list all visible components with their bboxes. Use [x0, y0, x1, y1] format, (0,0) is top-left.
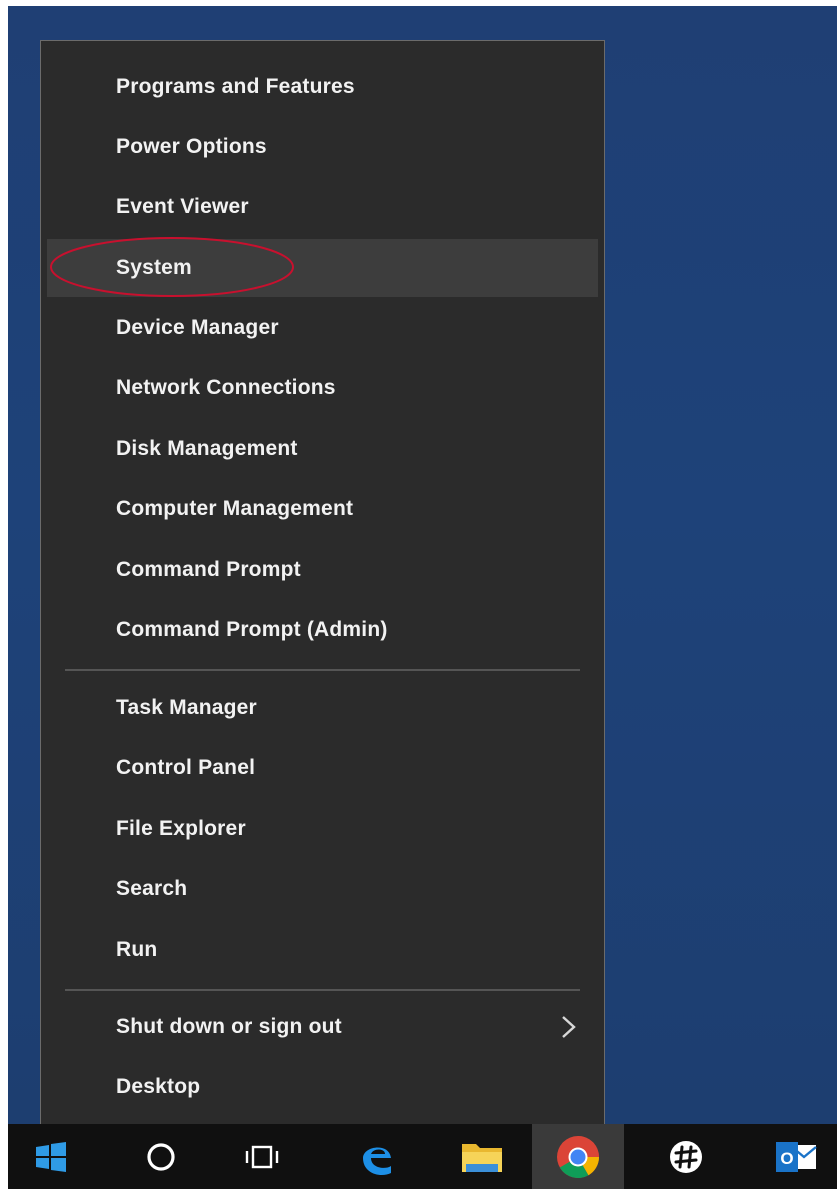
menu-item-command-prompt-admin[interactable]: Command Prompt (Admin): [47, 601, 598, 659]
chevron-right-icon: [562, 1016, 576, 1038]
menu-item-label: Device Manager: [116, 316, 279, 339]
menu-item-computer-management[interactable]: Computer Management: [47, 480, 598, 538]
menu-item-label: Desktop: [116, 1075, 201, 1098]
menu-item-event-viewer[interactable]: Event Viewer: [47, 178, 598, 236]
outlook-taskbar-button[interactable]: O: [760, 1124, 832, 1189]
menu-item-command-prompt[interactable]: Command Prompt: [47, 541, 598, 599]
file-explorer-taskbar-button[interactable]: [446, 1124, 518, 1189]
outlook-icon: O: [776, 1141, 817, 1172]
cortana-search-icon: [147, 1142, 175, 1171]
menu-separator: [65, 989, 580, 991]
menu-item-label: Command Prompt (Admin): [116, 618, 388, 641]
file-explorer-icon: [462, 1143, 502, 1172]
menu-item-device-manager[interactable]: Device Manager: [47, 299, 598, 357]
edge-browser-icon: [363, 1146, 391, 1175]
taskbar: O: [8, 1124, 837, 1189]
menu-item-network-connections[interactable]: Network Connections: [47, 359, 598, 417]
start-button[interactable]: [8, 1124, 94, 1189]
menu-item-label: Event Viewer: [116, 195, 249, 218]
menu-item-disk-management[interactable]: Disk Management: [47, 420, 598, 478]
slack-taskbar-button[interactable]: [648, 1124, 724, 1189]
menu-item-desktop[interactable]: Desktop: [47, 1058, 598, 1116]
menu-item-label: Run: [116, 938, 158, 961]
menu-item-shut-down-or-sign-out[interactable]: Shut down or sign out: [47, 998, 598, 1056]
menu-item-label: Network Connections: [116, 376, 336, 399]
outlook-letter: O: [780, 1149, 793, 1168]
cortana-search-button[interactable]: [126, 1124, 196, 1189]
menu-item-label: File Explorer: [116, 817, 246, 840]
menu-item-label: Computer Management: [116, 497, 354, 520]
menu-item-label: Search: [116, 877, 188, 900]
menu-item-label: Command Prompt: [116, 558, 301, 581]
menu-item-label: Disk Management: [116, 437, 298, 460]
task-view-icon: [245, 1145, 279, 1168]
task-view-button[interactable]: [226, 1124, 298, 1189]
menu-item-label: Power Options: [116, 135, 267, 158]
menu-item-task-manager[interactable]: Task Manager: [47, 679, 598, 737]
menu-item-label: System: [116, 256, 192, 279]
windows-start-icon: [36, 1141, 66, 1172]
menu-item-control-panel[interactable]: Control Panel: [47, 739, 598, 797]
slack-icon: [670, 1140, 702, 1173]
menu-item-run[interactable]: Run: [47, 921, 598, 979]
menu-item-power-options[interactable]: Power Options: [47, 118, 598, 176]
menu-item-programs-and-features[interactable]: Programs and Features: [47, 58, 598, 116]
edge-taskbar-button[interactable]: [340, 1124, 412, 1189]
chrome-browser-icon: [557, 1135, 599, 1178]
menu-item-label: Shut down or sign out: [116, 1015, 342, 1038]
menu-separator: [65, 669, 580, 671]
winx-power-user-menu: Programs and Features Power Options Even…: [40, 40, 605, 1133]
chrome-taskbar-button[interactable]: [532, 1124, 624, 1189]
menu-item-label: Control Panel: [116, 756, 256, 779]
menu-item-file-explorer[interactable]: File Explorer: [47, 800, 598, 858]
menu-item-search[interactable]: Search: [47, 860, 598, 918]
menu-item-system[interactable]: System: [47, 239, 598, 297]
menu-item-label: Programs and Features: [116, 75, 355, 98]
menu-item-label: Task Manager: [116, 696, 257, 719]
